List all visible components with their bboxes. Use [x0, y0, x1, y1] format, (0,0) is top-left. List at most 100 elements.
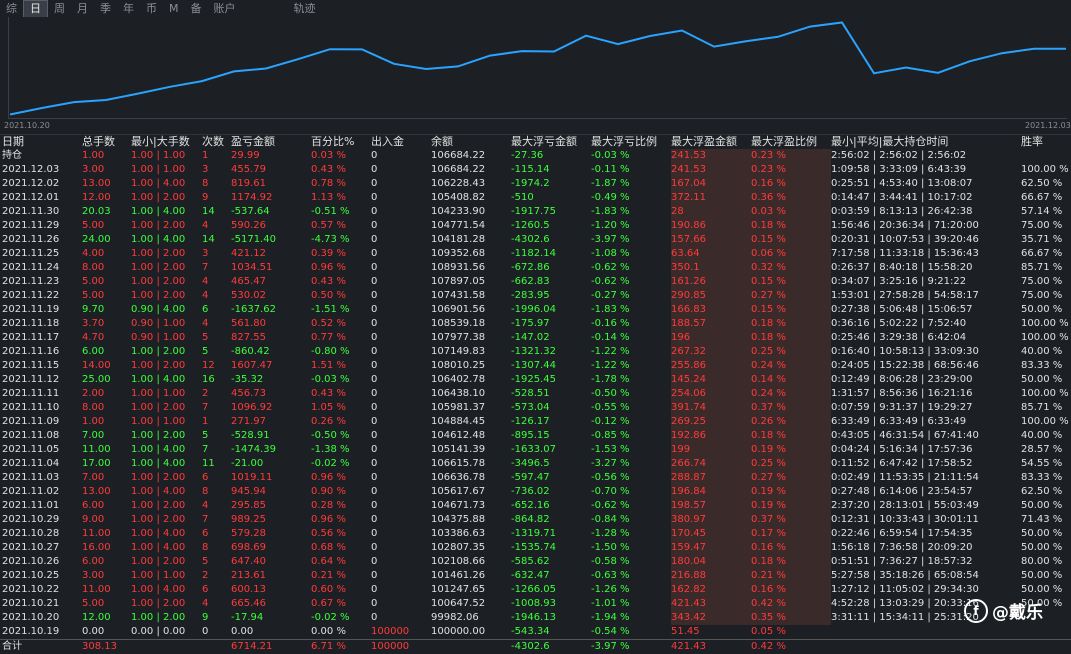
- table-row[interactable]: 2021.11.25 4.00 1.00 | 2.00 3 421.12 0.39 % 0 1…: [0, 247, 1071, 261]
- cell-mfl: -1182.14: [511, 248, 556, 259]
- table-row[interactable]: 2021.11.18 3.70 0.90 | 1.00 4 561.80 0.52 % 0 1…: [0, 317, 1071, 331]
- table-row[interactable]: 2021.10.26 6.00 1.00 | 2.00 5 647.40 0.64 % 0 1…: [0, 555, 1071, 569]
- cell-io: 0: [371, 192, 378, 203]
- tab-4[interactable]: 季: [94, 1, 117, 17]
- cell-mflp: -1.87 %: [591, 178, 630, 189]
- cell-date: 2021.10.28: [2, 528, 60, 539]
- table-row[interactable]: 2021.11.11 2.00 1.00 | 1.00 2 456.73 0.43 % 0 1…: [0, 387, 1071, 401]
- tab-6[interactable]: 币: [140, 1, 163, 17]
- cell-minmax: 1.00 | 2.00: [131, 556, 186, 567]
- tab-9[interactable]: 账户: [208, 1, 242, 17]
- table-row[interactable]: 2021.10.27 16.00 1.00 | 4.00 8 698.69 0.68 % 0…: [0, 541, 1071, 555]
- column-header[interactable]: 次数: [202, 135, 230, 149]
- total-mflp: -3.97 %: [591, 641, 630, 652]
- cell-minmax: 1.00 | 2.00: [131, 402, 186, 413]
- cell-n: 11: [202, 458, 215, 469]
- column-header[interactable]: 最小|平均|最大持仓时间: [831, 135, 1019, 149]
- table-row[interactable]: 2021.12.02 13.00 1.00 | 4.00 8 819.61 0.78 % 0…: [0, 177, 1071, 191]
- table-row[interactable]: 2021.10.22 11.00 1.00 | 4.00 6 600.13 0.60 % 0…: [0, 583, 1071, 597]
- table-row[interactable]: 2021.11.26 24.00 1.00 | 4.00 14 -5171.40 -4.7…: [0, 233, 1071, 247]
- table-row[interactable]: 2021.11.17 4.70 0.90 | 1.00 5 827.55 0.77 % 0 1…: [0, 331, 1071, 345]
- cell-hold: 1:56:46 | 20:36:34 | 71:20:00: [831, 220, 979, 231]
- table-row[interactable]: 2021.11.23 5.00 1.00 | 2.00 4 465.47 0.43 % 0 1…: [0, 275, 1071, 289]
- table-row[interactable]: 2021.11.08 7.00 1.00 | 2.00 5 -528.91 -0.50 %…: [0, 429, 1071, 443]
- table-row[interactable]: 2021.11.24 8.00 1.00 | 2.00 7 1034.51 0.96 % 0…: [0, 261, 1071, 275]
- cell-hold: 0:51:51 | 7:36:27 | 18:57:32: [831, 556, 973, 567]
- cell-pl: 647.40: [231, 556, 266, 567]
- column-header[interactable]: 最小|大手数: [131, 135, 201, 149]
- table-row[interactable]: 2021.10.28 11.00 1.00 | 4.00 6 579.28 0.56 % 0…: [0, 527, 1071, 541]
- cell-minmax: 1.00 | 1.00: [131, 150, 186, 161]
- tab-5[interactable]: 年: [117, 1, 140, 17]
- cell-pl: -1637.62: [231, 304, 276, 315]
- cell-mfl: -4302.6: [511, 234, 550, 245]
- cell-io: 0: [371, 402, 378, 413]
- cell-pct: 0.26 %: [311, 416, 346, 427]
- cell-mflp: -1.08 %: [591, 248, 630, 259]
- position-row[interactable]: 持仓 1.00 1.00 | 1.00 1 29.99 0.03 % 0 106684.22 -…: [0, 149, 1071, 163]
- table-row[interactable]: 2021.11.02 13.00 1.00 | 4.00 8 945.94 0.90 % 0…: [0, 485, 1071, 499]
- column-header[interactable]: 日期: [2, 135, 80, 149]
- cell-mflp: -0.27 %: [591, 290, 630, 301]
- table-row[interactable]: 2021.11.01 6.00 1.00 | 2.00 4 295.85 0.28 % 0 1…: [0, 499, 1071, 513]
- tab-0[interactable]: 综: [0, 1, 23, 17]
- cell-mflp: -1.22 %: [591, 360, 630, 371]
- column-header[interactable]: 最大浮亏金额: [511, 135, 591, 149]
- tab-2[interactable]: 周: [48, 1, 71, 17]
- cell-mfp: 241.53: [671, 149, 751, 163]
- tab-8[interactable]: 备: [185, 1, 208, 17]
- cell-mfp: 51.45: [671, 626, 700, 637]
- column-header[interactable]: 最大浮盈比例: [751, 135, 831, 149]
- cell-mfp: 288.87: [671, 471, 751, 485]
- column-header[interactable]: 最大浮盈金额: [671, 135, 751, 149]
- column-header[interactable]: 百分比%: [311, 135, 371, 149]
- table-row[interactable]: 2021.10.19 0.00 0.00 | 0.00 0 0.00 0.00 % 1000…: [0, 625, 1071, 639]
- cell-mflp: -0.12 %: [591, 416, 630, 427]
- table-row[interactable]: 2021.12.03 3.00 1.00 | 1.00 3 455.79 0.43 % 0 1…: [0, 163, 1071, 177]
- cell-mfpp: 0.27 %: [751, 289, 831, 303]
- cell-mfp: 290.85: [671, 289, 751, 303]
- table-row[interactable]: 2021.10.29 9.00 1.00 | 2.00 7 989.25 0.96 % 0 1…: [0, 513, 1071, 527]
- column-header[interactable]: 最大浮亏比例: [591, 135, 671, 149]
- table-row[interactable]: 2021.11.04 17.00 1.00 | 4.00 11 -21.00 -0.02 …: [0, 457, 1071, 471]
- cell-mfp: 198.57: [671, 499, 751, 513]
- cell-date: 2021.11.23: [2, 276, 60, 287]
- table-row[interactable]: 2021.11.10 8.00 1.00 | 2.00 7 1096.92 1.05 % 0…: [0, 401, 1071, 415]
- cell-mfp: 372.11: [671, 191, 751, 205]
- cell-hold: 0:02:49 | 11:53:35 | 21:11:54: [831, 472, 979, 483]
- cell-io: 0: [371, 528, 378, 539]
- cell-mflp: -0.70 %: [591, 486, 630, 497]
- table-row[interactable]: 2021.10.21 5.00 1.00 | 2.00 4 665.46 0.67 % 0 1…: [0, 597, 1071, 611]
- table-row[interactable]: 2021.12.01 12.00 1.00 | 2.00 9 1174.92 1.13 %…: [0, 191, 1071, 205]
- cell-hold: 6:33:49 | 6:33:49 | 6:33:49: [831, 416, 967, 427]
- table-row[interactable]: 2021.11.29 5.00 1.00 | 2.00 4 590.26 0.57 % 0 1…: [0, 219, 1071, 233]
- cell-mflp: -0.14 %: [591, 332, 630, 343]
- table-row[interactable]: 2021.11.16 6.00 1.00 | 2.00 5 -860.42 -0.80 %…: [0, 345, 1071, 359]
- tab-1[interactable]: 日: [23, 0, 48, 18]
- table-row[interactable]: 2021.11.19 9.70 0.90 | 4.00 6 -1637.62 -1.51 …: [0, 303, 1071, 317]
- column-header[interactable]: 盈亏金额: [231, 135, 311, 149]
- table-row[interactable]: 2021.11.12 25.00 1.00 | 4.00 16 -35.32 -0.03 …: [0, 373, 1071, 387]
- column-header[interactable]: 余额: [431, 135, 511, 149]
- table-row[interactable]: 2021.11.05 11.00 1.00 | 4.00 7 -1474.39 -1.38…: [0, 443, 1071, 457]
- tab-7[interactable]: M: [163, 1, 185, 17]
- table-row[interactable]: 2021.11.15 14.00 1.00 | 2.00 12 1607.47 1.51 …: [0, 359, 1071, 373]
- table-row[interactable]: 2021.10.20 12.00 1.00 | 2.00 9 -17.94 -0.02 %…: [0, 611, 1071, 625]
- cell-win: 50.00 %: [1021, 528, 1063, 539]
- table-row[interactable]: 2021.11.09 1.00 1.00 | 1.00 1 271.97 0.26 % 0 1…: [0, 415, 1071, 429]
- cell-date: 2021.11.02: [2, 486, 60, 497]
- column-header[interactable]: 总手数: [82, 135, 130, 149]
- cell-pl: 456.73: [231, 388, 266, 399]
- cell-mfpp: 0.17 %: [751, 527, 831, 541]
- table-row[interactable]: 2021.11.03 7.00 1.00 | 2.00 6 1019.11 0.96 % 0…: [0, 471, 1071, 485]
- column-header[interactable]: 胜率: [1021, 135, 1071, 149]
- table-row[interactable]: 2021.11.22 5.00 1.00 | 2.00 4 530.02 0.50 % 0 1…: [0, 289, 1071, 303]
- table-row[interactable]: 2021.10.25 3.00 1.00 | 1.00 2 213.61 0.21 % 0 1…: [0, 569, 1071, 583]
- cell-mfl: -3496.5: [511, 458, 550, 469]
- cell-n: 1: [202, 416, 209, 427]
- tab-10[interactable]: 轨迹: [288, 1, 322, 17]
- table-row[interactable]: 2021.11.30 20.03 1.00 | 4.00 14 -537.64 -0.51…: [0, 205, 1071, 219]
- column-header[interactable]: 出入金: [371, 135, 431, 149]
- cell-hold: 0:27:38 | 5:06:48 | 15:06:57: [831, 304, 973, 315]
- tab-3[interactable]: 月: [71, 1, 94, 17]
